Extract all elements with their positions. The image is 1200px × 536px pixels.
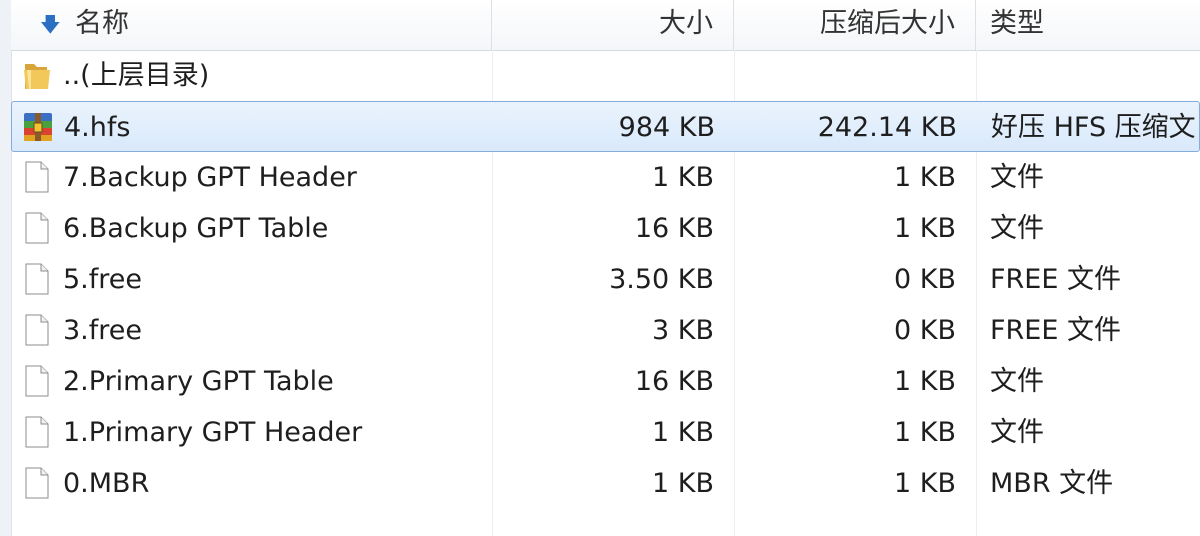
folder-icon <box>21 58 53 92</box>
file-type: 文件 <box>990 366 1044 397</box>
file-type: MBR 文件 <box>990 468 1114 499</box>
column-header: 🡇 名称 大小 压缩后大小 类型 <box>11 0 1200 51</box>
file-type <box>976 50 1200 101</box>
file-row[interactable]: ..(上层目录) <box>11 50 1200 101</box>
file-type: FREE 文件 <box>990 315 1121 346</box>
file-compressed-size: 1 KB <box>894 366 956 397</box>
file-row[interactable]: 0.MBR 1 KB 1 KB MBR 文件 <box>11 458 1200 509</box>
file-row[interactable]: 7.Backup GPT Header 1 KB 1 KB 文件 <box>11 152 1200 203</box>
file-name: 7.Backup GPT Header <box>63 162 357 193</box>
file-compressed-size: 1 KB <box>894 162 956 193</box>
file-name: 2.Primary GPT Table <box>63 366 334 397</box>
header-name-label: 名称 <box>75 8 129 39</box>
file-size: 1 KB <box>652 468 714 499</box>
file-row[interactable]: 3.free 3 KB 0 KB FREE 文件 <box>11 305 1200 356</box>
file-type: 好压 HFS 压缩文 <box>991 112 1196 143</box>
file-compressed-size: 0 KB <box>894 264 956 295</box>
file-size: 1 KB <box>652 162 714 193</box>
file-icon <box>21 364 53 398</box>
file-type: FREE 文件 <box>990 264 1121 295</box>
file-compressed-size: 1 KB <box>894 468 956 499</box>
file-icon <box>21 262 53 296</box>
file-type: 文件 <box>990 162 1044 193</box>
file-size: 16 KB <box>634 213 714 244</box>
file-row[interactable]: 4.hfs 984 KB 242.14 KB 好压 HFS 压缩文 <box>11 101 1200 152</box>
file-size <box>492 50 734 101</box>
file-size: 984 KB <box>618 112 715 143</box>
file-type: 文件 <box>990 417 1044 448</box>
file-name: 4.hfs <box>64 112 131 143</box>
header-size[interactable]: 大小 <box>492 0 734 50</box>
archive-icon <box>22 110 54 144</box>
file-icon <box>21 160 53 194</box>
file-compressed-size: 0 KB <box>894 315 956 346</box>
file-size: 16 KB <box>634 366 714 397</box>
file-name: 3.free <box>63 315 142 346</box>
file-name: 0.MBR <box>63 468 150 499</box>
file-icon <box>21 466 53 500</box>
file-compressed-size: 1 KB <box>894 417 956 448</box>
file-row[interactable]: 5.free 3.50 KB 0 KB FREE 文件 <box>11 254 1200 305</box>
file-row[interactable]: 2.Primary GPT Table 16 KB 1 KB 文件 <box>11 356 1200 407</box>
file-icon <box>21 415 53 449</box>
header-compressed-size[interactable]: 压缩后大小 <box>734 0 976 50</box>
file-name: ..(上层目录) <box>63 60 210 91</box>
file-compressed-size <box>734 50 976 101</box>
file-size: 1 KB <box>652 417 714 448</box>
file-name: 1.Primary GPT Header <box>63 417 363 448</box>
header-name[interactable]: 名称 <box>11 0 492 50</box>
file-row[interactable]: 6.Backup GPT Table 16 KB 1 KB 文件 <box>11 203 1200 254</box>
file-compressed-size: 242.14 KB <box>817 112 957 143</box>
file-icon <box>21 313 53 347</box>
file-name: 5.free <box>63 264 142 295</box>
file-type: 文件 <box>990 213 1044 244</box>
file-size: 3.50 KB <box>609 264 714 295</box>
header-type[interactable]: 类型 <box>976 0 1200 50</box>
file-row[interactable]: 1.Primary GPT Header 1 KB 1 KB 文件 <box>11 407 1200 458</box>
file-size: 3 KB <box>652 315 714 346</box>
file-compressed-size: 1 KB <box>894 213 956 244</box>
file-name: 6.Backup GPT Table <box>63 213 329 244</box>
file-icon <box>21 211 53 245</box>
